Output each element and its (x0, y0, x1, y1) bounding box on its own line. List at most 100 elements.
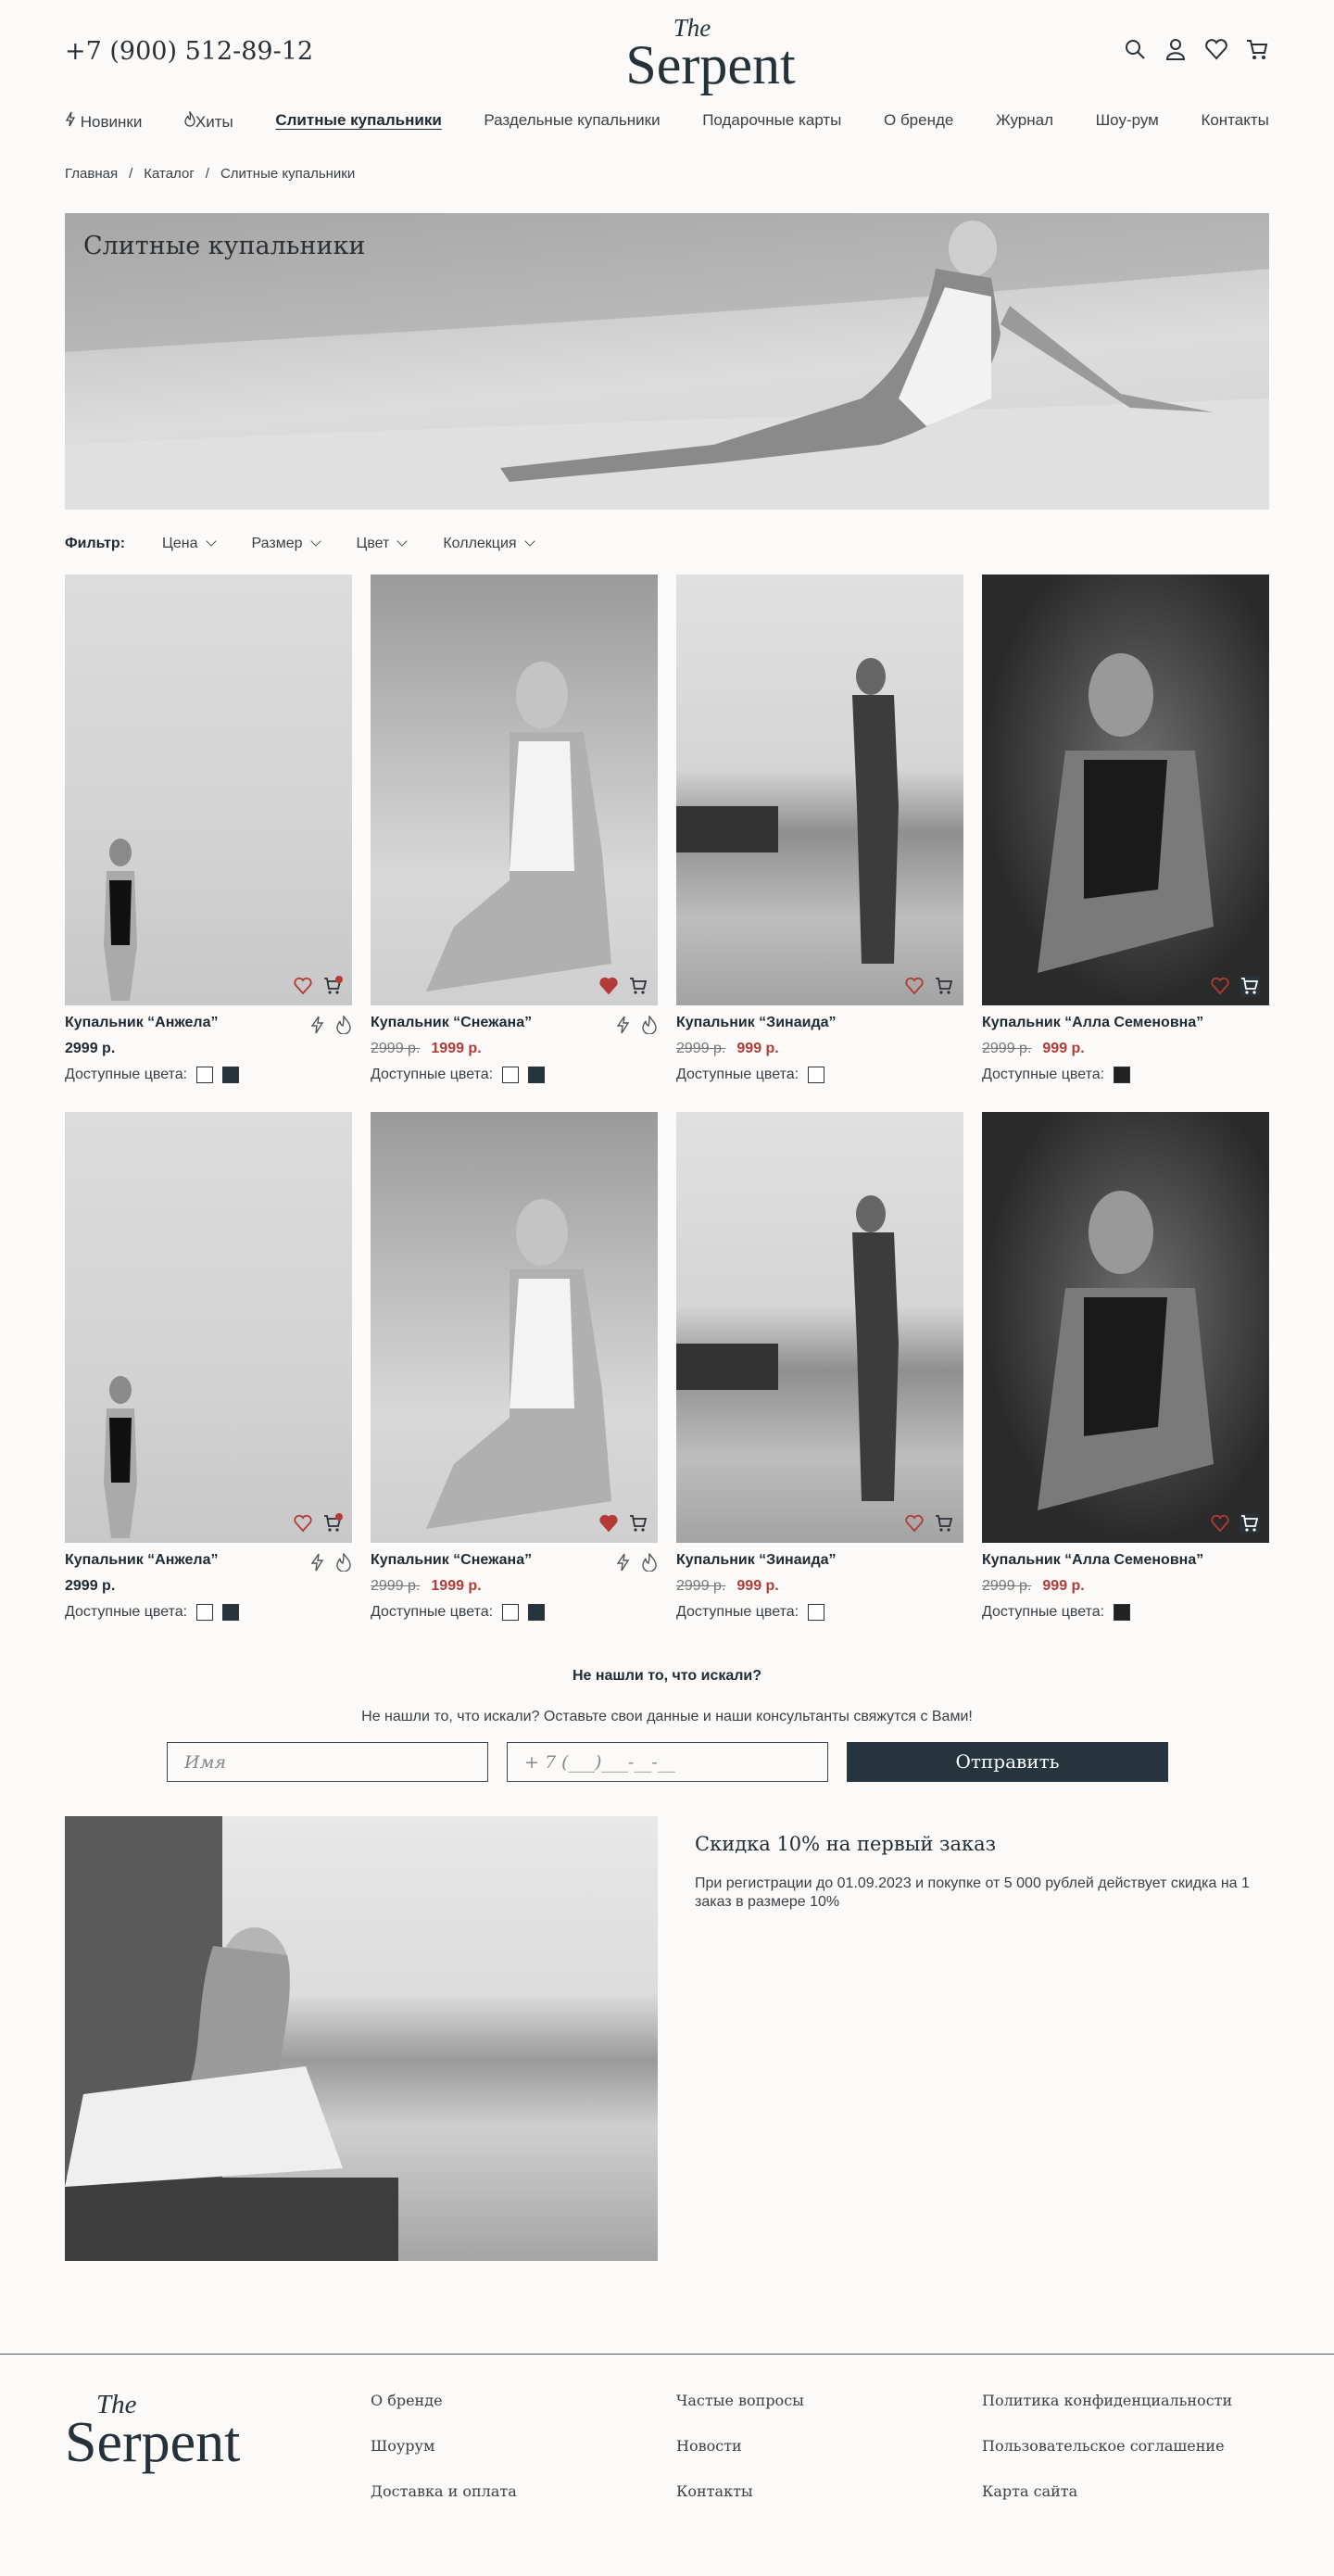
favorite-heart-icon[interactable] (904, 976, 925, 996)
product-photo[interactable] (676, 575, 963, 1005)
add-to-cart-icon[interactable] (934, 976, 954, 996)
footer-link-news[interactable]: Новости (676, 2437, 804, 2482)
color-swatch[interactable] (222, 1604, 240, 1621)
color-swatch[interactable] (1114, 1604, 1131, 1621)
product-photo[interactable] (676, 1112, 963, 1543)
product-card[interactable]: Купальник “Зинаида” 2999 р. 999 р. Доступны… (676, 1112, 963, 1631)
product-name[interactable]: Купальник “Алла Семеновна” (982, 1552, 1269, 1569)
product-name[interactable]: Купальник “Зинаида” (676, 1015, 963, 1031)
add-to-cart-icon[interactable] (628, 1513, 648, 1534)
not-found-subtitle: Не нашли то, что искали? Оставьте свои д… (361, 1709, 973, 1724)
add-to-cart-icon[interactable] (322, 1513, 343, 1534)
nav-new[interactable]: Новинки (65, 111, 142, 132)
nav-two-piece[interactable]: Раздельные купальники (484, 111, 660, 132)
product-photo[interactable] (982, 1112, 1269, 1543)
nav-gift-cards[interactable]: Подарочные карты (702, 111, 841, 132)
color-swatch[interactable] (808, 1067, 825, 1083)
favorite-heart-icon[interactable] (293, 976, 313, 996)
breadcrumb-home[interactable]: Главная (65, 166, 118, 182)
sale-price: 999 р. (1042, 1578, 1085, 1594)
product-card[interactable]: Купальник “Алла Семеновна” 2999 р. 999 р. Д… (982, 1112, 1269, 1631)
add-to-cart-icon[interactable] (1240, 976, 1260, 996)
color-swatch[interactable] (502, 1604, 520, 1621)
old-price: 2999 р. (676, 1041, 726, 1056)
phone-input[interactable]: + 7 (___)___-__-__ (507, 1742, 828, 1782)
footer-link-sitemap[interactable]: Карта сайта (982, 2482, 1232, 2528)
product-card[interactable]: Купальник “Зинаида” 2999 р. 999 р. Доступны… (676, 575, 963, 1093)
color-swatch[interactable] (196, 1604, 214, 1621)
product-photo[interactable] (65, 1112, 352, 1543)
nav-hits[interactable]: Хиты (184, 110, 233, 132)
color-swatch[interactable] (196, 1067, 214, 1083)
cart-icon[interactable] (1245, 37, 1269, 61)
sale-price: 999 р. (736, 1578, 779, 1594)
breadcrumb-current: Слитные купальники (220, 166, 356, 182)
product-card[interactable]: Купальник “Анжела” 2999 р. Доступные цвета… (65, 1112, 352, 1631)
footer-link-terms[interactable]: Пользовательское соглашение (982, 2437, 1232, 2482)
favorite-heart-icon[interactable] (1210, 1513, 1230, 1534)
color-swatch[interactable] (222, 1067, 240, 1083)
color-swatch[interactable] (1114, 1067, 1131, 1083)
add-to-cart-icon[interactable] (322, 976, 343, 996)
footer-link-privacy[interactable]: Политика конфиденциальности (982, 2392, 1232, 2437)
site-logo[interactable]: The Serpent (613, 15, 808, 95)
add-to-cart-icon[interactable] (934, 1513, 954, 1534)
breadcrumb-separator: / (129, 166, 133, 182)
filter-size[interactable]: Размер (252, 536, 320, 552)
product-card[interactable]: Купальник “Снежана” 2999 р. 1999 р. Доступн… (371, 1112, 658, 1631)
colors-label: Доступные цвета: (65, 1604, 188, 1620)
nav-journal[interactable]: Журнал (996, 111, 1053, 132)
favorite-heart-icon[interactable] (1210, 976, 1230, 996)
heart-icon[interactable] (1204, 37, 1228, 61)
submit-button[interactable]: Отправить (847, 1742, 1168, 1782)
nav-about[interactable]: О бренде (884, 111, 953, 132)
add-to-cart-icon[interactable] (628, 976, 648, 996)
footer-link-about[interactable]: О бренде (371, 2392, 517, 2437)
color-swatch[interactable] (528, 1067, 546, 1083)
product-photo[interactable] (371, 1112, 658, 1543)
footer-link-contacts[interactable]: Контакты (676, 2482, 804, 2528)
color-swatch[interactable] (502, 1067, 520, 1083)
logo-name: Serpent (625, 34, 796, 95)
product-photo[interactable] (371, 575, 658, 1005)
nav-contacts[interactable]: Контакты (1201, 111, 1268, 132)
user-icon[interactable] (1164, 37, 1188, 61)
search-icon[interactable] (1123, 37, 1147, 61)
product-price: 2999 р. 999 р. (676, 1041, 963, 1057)
filter-price[interactable]: Цена (162, 536, 214, 552)
favorite-heart-icon[interactable] (904, 1513, 925, 1534)
filter-collection[interactable]: Коллекция (443, 536, 533, 552)
old-price: 2999 р. (982, 1041, 1032, 1056)
product-card[interactable]: Купальник “Анжела” 2999 р. Доступные цвета… (65, 575, 352, 1093)
lightning-icon (615, 1553, 632, 1572)
favorite-heart-icon[interactable] (598, 1513, 619, 1534)
old-price: 2999 р. (371, 1041, 421, 1056)
footer-link-showroom[interactable]: Шоурум (371, 2437, 517, 2482)
color-swatch[interactable] (528, 1604, 546, 1621)
footer-link-delivery[interactable]: Доставка и оплата (371, 2482, 517, 2528)
name-input[interactable]: Имя (167, 1742, 488, 1782)
sale-price: 999 р. (736, 1041, 779, 1056)
product-photo[interactable] (65, 575, 352, 1005)
old-price: 2999 р. (676, 1578, 726, 1594)
nav-showroom[interactable]: Шоу-рум (1096, 111, 1159, 132)
sale-price: 1999 р. (431, 1578, 482, 1594)
favorite-heart-icon[interactable] (598, 976, 619, 996)
product-price: 2999 р. 999 р. (982, 1578, 1269, 1595)
product-photo[interactable] (982, 575, 1269, 1005)
site-footer: The Serpent О бренде Шоурум Доставка и о… (0, 2354, 1334, 2576)
filter-color[interactable]: Цвет (357, 536, 407, 552)
add-to-cart-icon[interactable] (1240, 1513, 1260, 1534)
product-card[interactable]: Купальник “Алла Семеновна” 2999 р. 999 р. Д… (982, 575, 1269, 1093)
footer-logo[interactable]: The Serpent (65, 2392, 240, 2472)
nav-one-piece[interactable]: Слитные купальники (275, 111, 441, 132)
footer-link-faq[interactable]: Частые вопросы (676, 2392, 804, 2437)
favorite-heart-icon[interactable] (293, 1513, 313, 1534)
breadcrumb-catalog[interactable]: Каталог (144, 166, 195, 182)
product-name[interactable]: Купальник “Зинаида” (676, 1552, 963, 1569)
product-card[interactable]: Купальник “Снежана” 2999 р. 1999 р. Доступн… (371, 575, 658, 1093)
color-swatch[interactable] (808, 1604, 825, 1621)
not-found-section: Не нашли то, что искали? Не нашли то, чт… (0, 1668, 1334, 1725)
phone-number[interactable]: +7 (900) 512-89-12 (65, 37, 313, 66)
product-name[interactable]: Купальник “Алла Семеновна” (982, 1015, 1269, 1031)
